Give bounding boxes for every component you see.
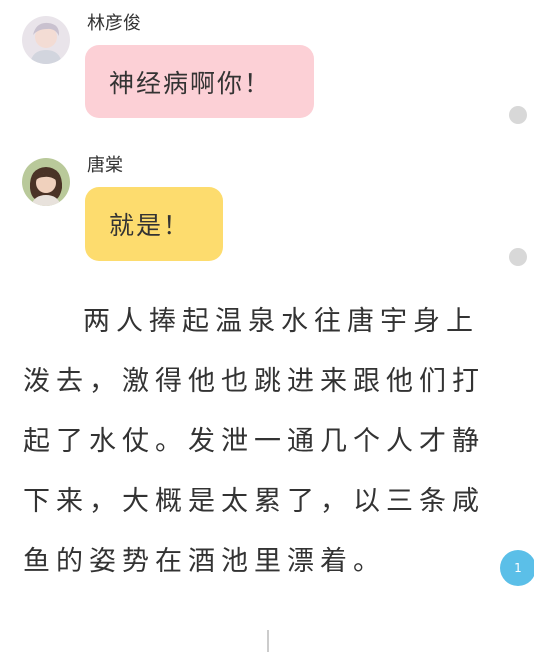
user-avatar-icon	[22, 16, 70, 64]
message-status-dot[interactable]	[509, 106, 527, 124]
page-number-badge[interactable]: 1	[500, 550, 534, 586]
user-avatar-icon	[22, 158, 70, 206]
sender-name: 唐棠	[87, 155, 123, 176]
message-bubble[interactable]: 就是！	[85, 187, 223, 261]
narration-block: 两人捧起温泉水往唐宇身上泼去，激得他也跳进来跟他们打起了水仗。发泄一通几个人才静…	[23, 292, 493, 592]
bottom-divider	[267, 630, 269, 652]
message-status-dot[interactable]	[509, 248, 527, 266]
narration-paragraph: 两人捧起温泉水往唐宇身上泼去，激得他也跳进来跟他们打起了水仗。发泄一通几个人才静…	[23, 306, 485, 577]
avatar-lin-yanjun[interactable]	[22, 16, 70, 64]
sender-name: 林彦俊	[87, 13, 141, 34]
message-bubble[interactable]: 神经病啊你！	[85, 45, 314, 118]
avatar-tang-tang[interactable]	[22, 158, 70, 206]
